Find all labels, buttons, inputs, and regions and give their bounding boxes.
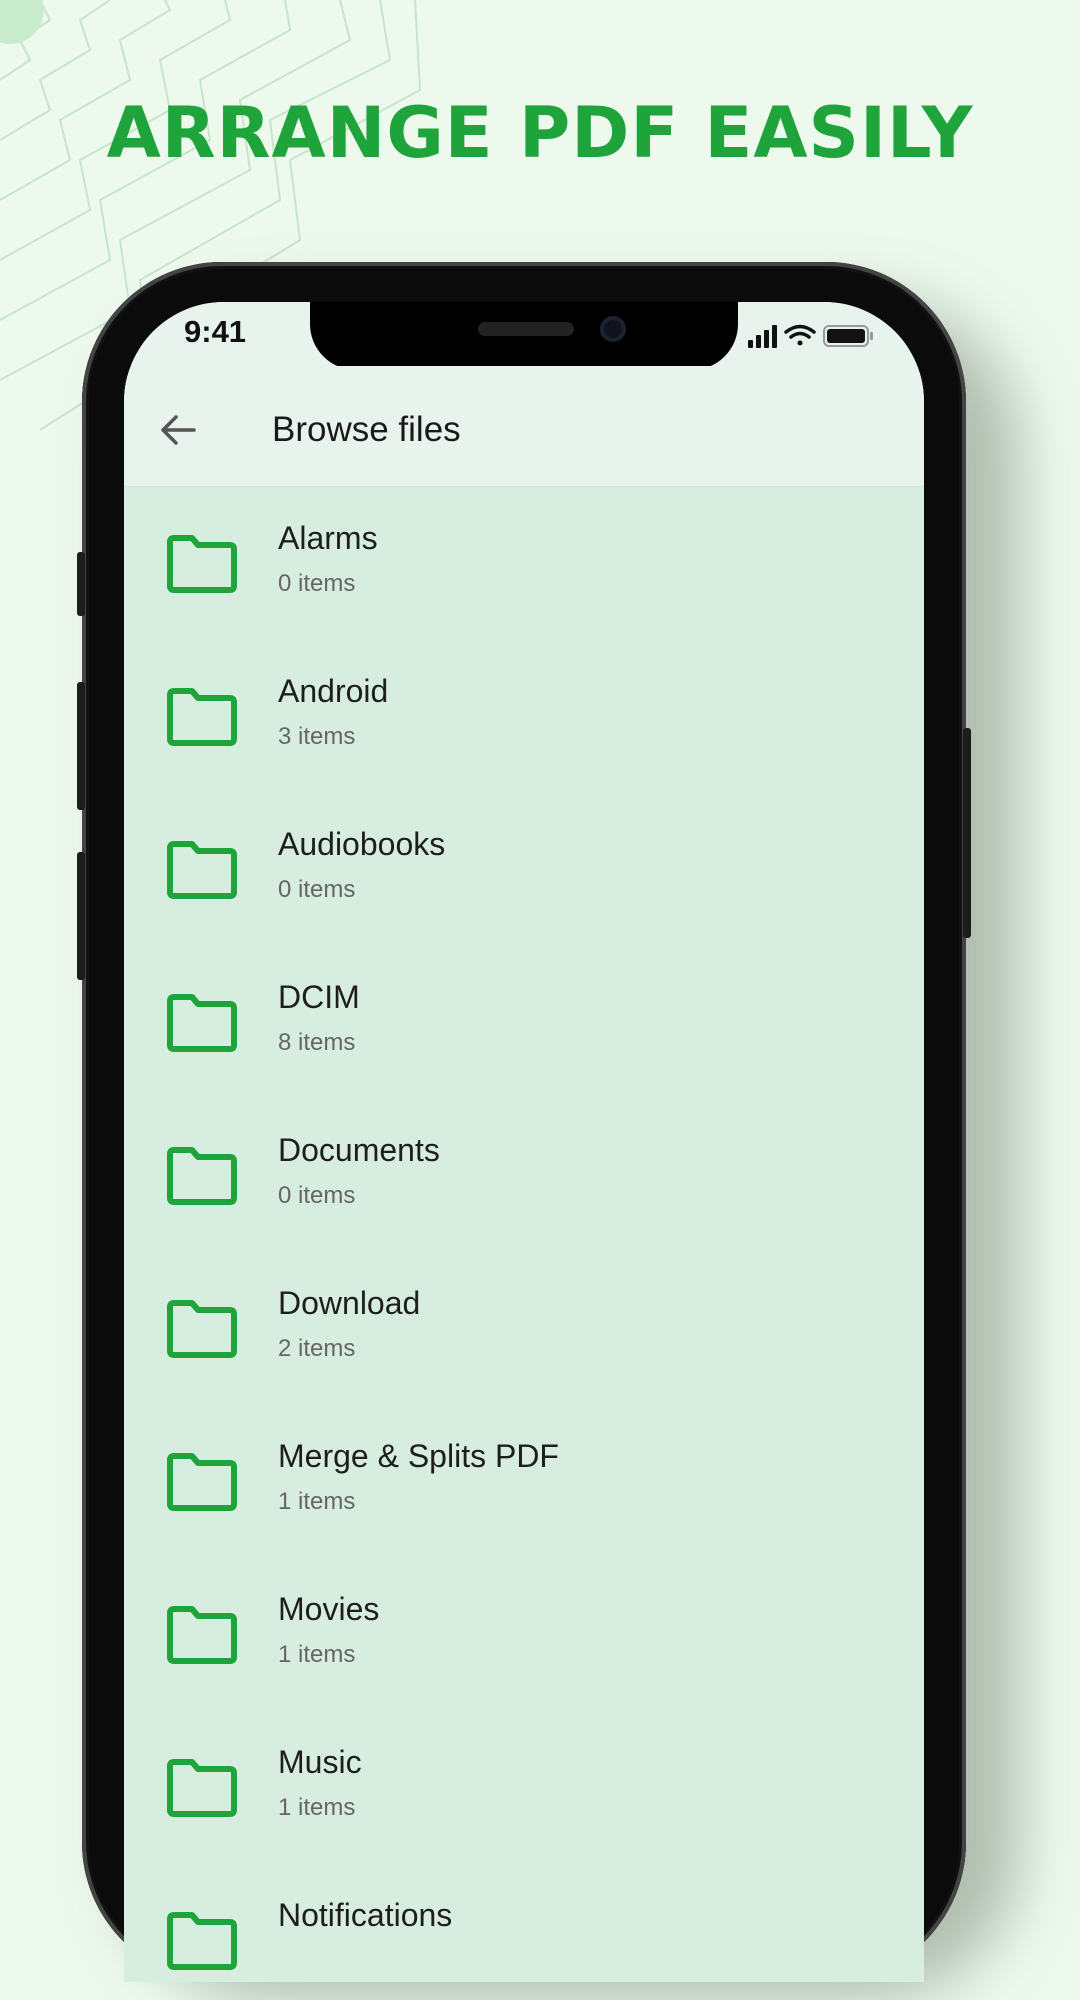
page-title: Browse files: [272, 410, 461, 449]
folder-name: DCIM: [278, 979, 360, 1015]
folder-list: Alarms 0 items Android 3 items Audiobook…: [124, 486, 924, 1982]
arrow-left-icon[interactable]: [158, 410, 198, 450]
list-item[interactable]: Documents 0 items: [124, 1098, 924, 1251]
folder-name: Notifications: [278, 1897, 453, 1933]
phone-mute-switch: [77, 552, 85, 616]
folder-icon: [167, 841, 237, 899]
folder-name: Download: [278, 1285, 421, 1321]
folder-name: Android: [278, 673, 389, 709]
front-camera: [600, 316, 626, 342]
headline: ARRANGE PDF EASILY: [106, 92, 974, 174]
folder-item-count: 2 items: [278, 1335, 356, 1362]
folder-name: Movies: [278, 1591, 380, 1627]
phone-notch: [310, 302, 738, 370]
folder-icon: [167, 1606, 237, 1664]
folder-item-count: 1 items: [278, 1794, 356, 1821]
wifi-icon: [784, 324, 816, 346]
list-item[interactable]: Download 2 items: [124, 1251, 924, 1404]
folder-icon: [167, 1453, 237, 1511]
status-time: 9:41: [184, 314, 247, 349]
signal-icon: [748, 325, 777, 348]
folder-icon: [167, 1912, 237, 1970]
folder-icon: [167, 1759, 237, 1817]
list-item[interactable]: Audiobooks 0 items: [124, 792, 924, 945]
folder-item-count: 1 items: [278, 1641, 356, 1668]
phone-power-button: [963, 728, 971, 938]
folder-icon: [167, 1300, 237, 1358]
folder-icon: [167, 688, 237, 746]
folder-icon: [167, 535, 237, 593]
list-item[interactable]: Alarms 0 items: [124, 486, 924, 639]
list-item[interactable]: DCIM 8 items: [124, 945, 924, 1098]
folder-item-count: 3 items: [278, 723, 356, 750]
folder-icon: [167, 994, 237, 1052]
list-item[interactable]: Notifications: [124, 1863, 924, 1982]
folder-icon: [167, 1147, 237, 1205]
folder-name: Audiobooks: [278, 826, 446, 862]
app-bar: Browse files: [124, 366, 924, 487]
list-item[interactable]: Merge & Splits PDF 1 items: [124, 1404, 924, 1557]
list-item[interactable]: Movies 1 items: [124, 1557, 924, 1710]
phone-volume-down: [77, 852, 85, 980]
folder-item-count: 0 items: [278, 1182, 356, 1209]
phone-screen: 9:41 Browse files Alarms 0 items Android…: [124, 302, 924, 1982]
folder-item-count: 1 items: [278, 1488, 356, 1515]
speaker-grille: [478, 322, 574, 336]
list-item[interactable]: Android 3 items: [124, 639, 924, 792]
battery-icon: [823, 325, 873, 347]
folder-name: Music: [278, 1744, 362, 1780]
folder-item-count: 8 items: [278, 1029, 356, 1056]
folder-name: Alarms: [278, 520, 378, 556]
status-icons: [748, 324, 873, 348]
folder-item-count: 0 items: [278, 570, 356, 597]
folder-name: Documents: [278, 1132, 440, 1168]
folder-item-count: 0 items: [278, 876, 356, 903]
folder-name: Merge & Splits PDF: [278, 1438, 559, 1474]
phone-volume-up: [77, 682, 85, 810]
list-item[interactable]: Music 1 items: [124, 1710, 924, 1863]
